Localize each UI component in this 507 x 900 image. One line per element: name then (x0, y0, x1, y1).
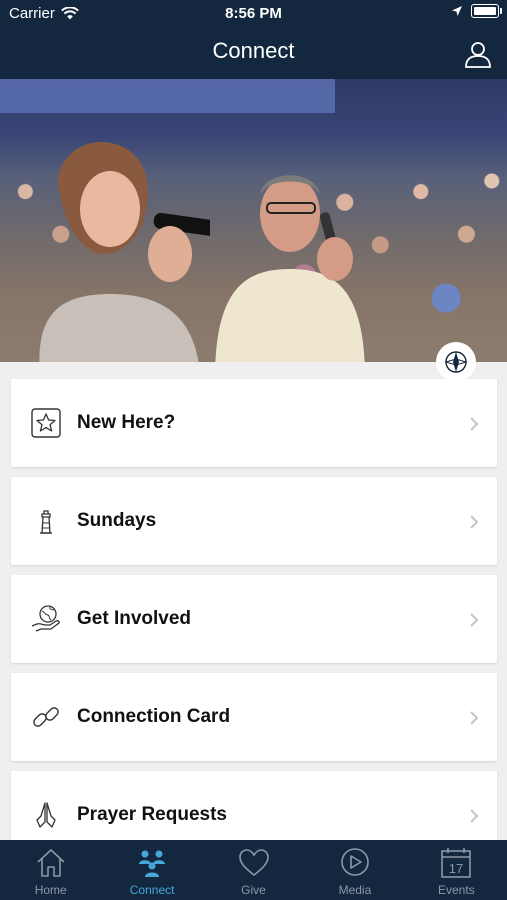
tab-label: Give (241, 883, 266, 897)
praying-hands-icon (36, 802, 56, 828)
hero-image (0, 79, 507, 362)
menu-item-sundays[interactable]: Sundays (11, 477, 497, 565)
tab-label: Events (437, 883, 475, 897)
tab-events[interactable]: 17 Events (406, 840, 507, 900)
calendar-day: 17 (449, 861, 463, 876)
battery-icon (471, 4, 502, 18)
tab-label: Media (338, 883, 372, 897)
menu-item-label: Get Involved (77, 608, 192, 629)
lighthouse-icon (40, 510, 52, 534)
menu-item-label: Sundays (77, 510, 157, 531)
tab-connect[interactable]: Connect (101, 840, 202, 900)
tab-media[interactable]: Media (304, 840, 405, 900)
people-icon (139, 850, 166, 877)
status-icons (451, 4, 502, 18)
menu-item-label: Prayer Requests (77, 804, 227, 825)
chevron-right-icon (470, 613, 479, 627)
status-bar: Carrier 8:56 PM (0, 0, 507, 28)
menu-item-new-here[interactable]: New Here? (11, 379, 497, 467)
compass-badge-icon (436, 342, 476, 382)
menu-item-label: Connection Card (77, 706, 231, 727)
tab-give[interactable]: Give (203, 840, 304, 900)
link-icon (33, 707, 59, 727)
chevron-right-icon (470, 809, 479, 823)
menu-item-get-involved[interactable]: Get Involved (11, 575, 497, 663)
singer-woman (39, 142, 210, 362)
star-icon (31, 408, 61, 438)
singer-man (215, 175, 365, 362)
location-arrow-icon (452, 6, 462, 16)
calendar-icon: 17 (441, 848, 472, 878)
globe-hand-icon (31, 605, 60, 632)
chevron-right-icon (470, 417, 479, 431)
menu-item-connection-card[interactable]: Connection Card (11, 673, 497, 761)
clock: 8:56 PM (225, 5, 282, 22)
profile-icon[interactable] (463, 39, 493, 69)
tab-home[interactable]: Home (0, 840, 101, 900)
tab-bar: Home Connect Give Media 17 Events (0, 840, 507, 900)
play-icon (341, 848, 369, 876)
menu-item-label: New Here? (77, 412, 176, 433)
top-bar: Carrier 8:56 PM Connect (0, 0, 507, 79)
chevron-right-icon (470, 711, 479, 725)
tab-label: Home (34, 883, 67, 897)
tab-label: Connect (129, 883, 175, 897)
page-title: Connect (212, 38, 295, 63)
stage-screen (0, 79, 335, 113)
heart-icon (238, 849, 269, 877)
chevron-right-icon (470, 515, 479, 529)
home-icon (37, 849, 65, 877)
